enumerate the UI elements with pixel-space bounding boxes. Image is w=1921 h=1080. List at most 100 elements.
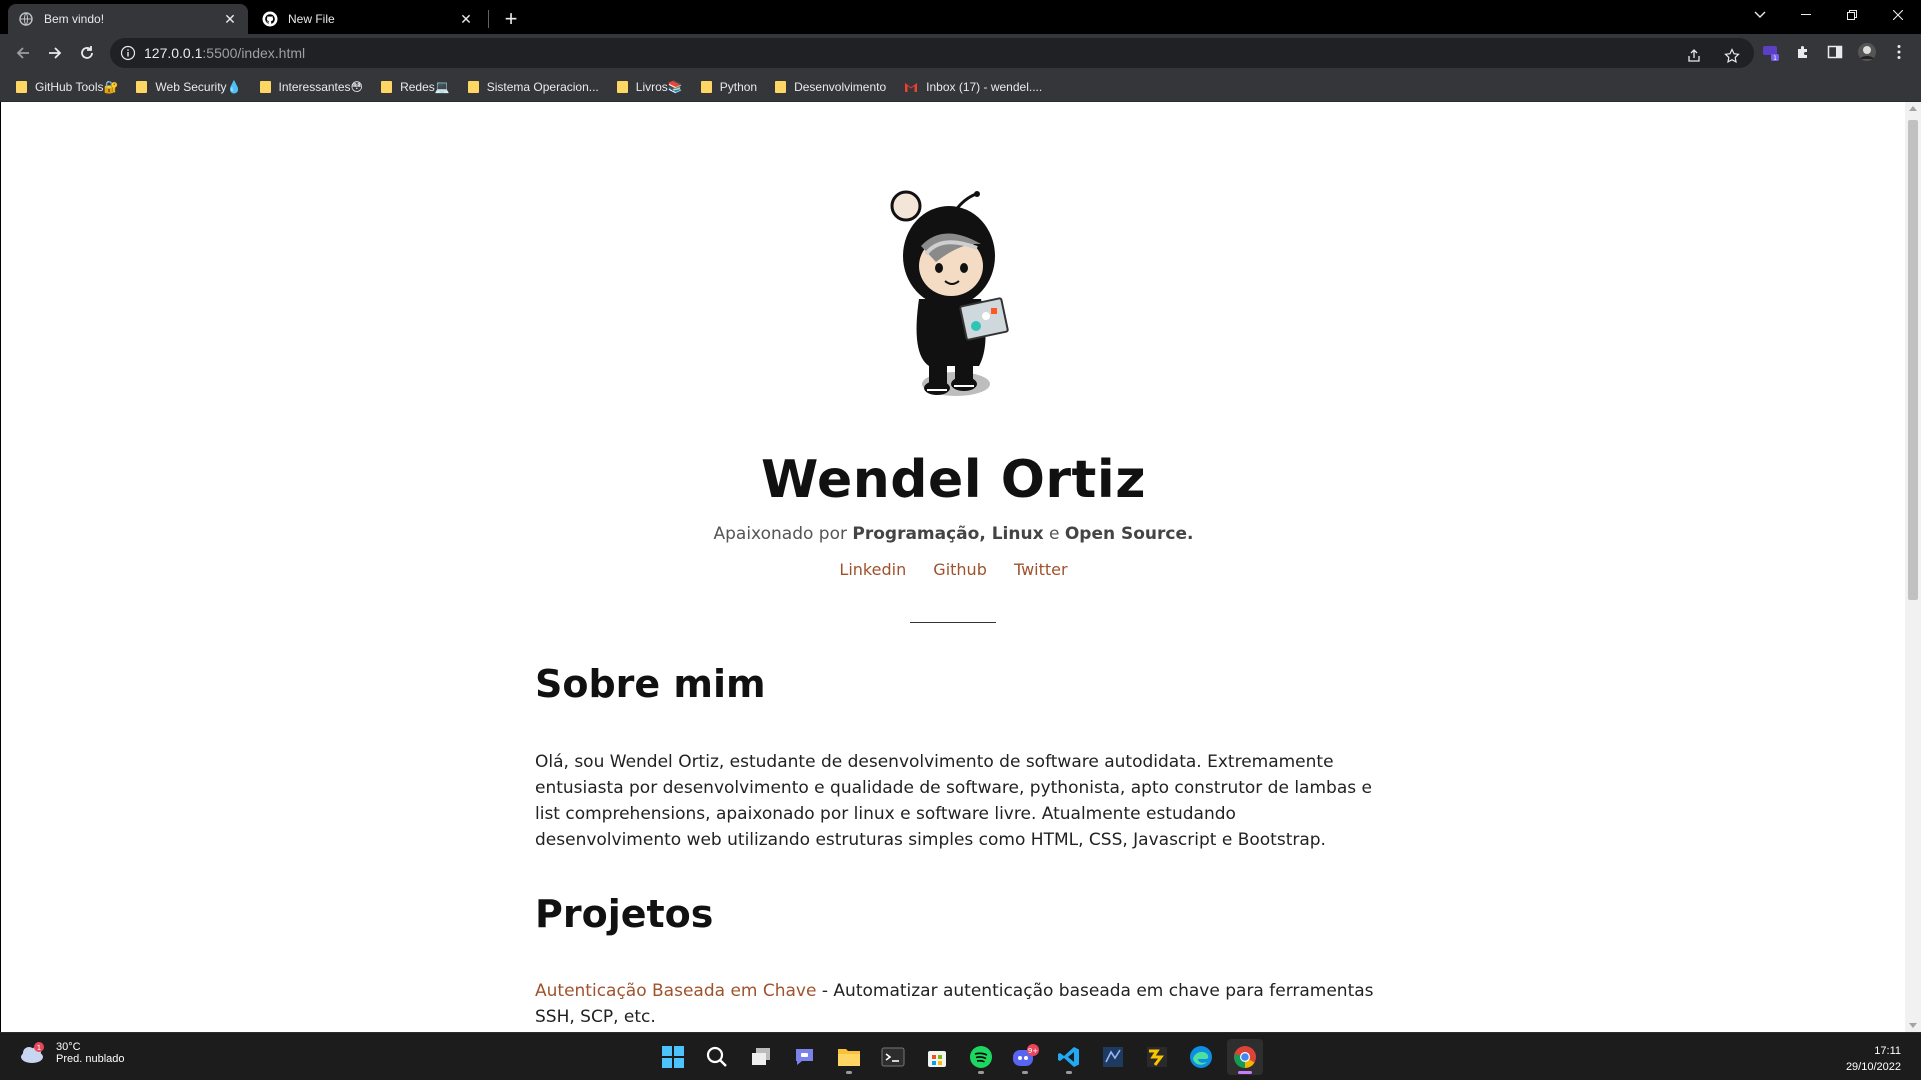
start-button[interactable] xyxy=(655,1039,691,1075)
weather-badge: 1 xyxy=(37,1044,41,1052)
reload-icon[interactable] xyxy=(72,38,102,68)
spotify-icon[interactable] xyxy=(963,1039,999,1075)
scroll-down-icon[interactable] xyxy=(1909,1023,1917,1028)
folder-icon xyxy=(381,80,393,93)
bookmark-label: Web Security💧 xyxy=(155,79,242,94)
tagline-highlight-2: Open Source. xyxy=(1064,524,1194,544)
bookmark-label: Desenvolvimento xyxy=(794,79,887,94)
folder-icon xyxy=(700,80,712,93)
bookmark-folder[interactable]: Web Security💧 xyxy=(136,79,242,94)
profile-avatar-icon[interactable] xyxy=(1855,40,1879,64)
bookmark-label: Python xyxy=(719,79,758,94)
github-icon xyxy=(262,11,278,27)
bookmark-folder[interactable]: Interessantes😳 xyxy=(259,79,364,94)
task-view-icon[interactable] xyxy=(743,1039,779,1075)
terminal-icon[interactable] xyxy=(875,1039,911,1075)
project-link[interactable]: Autenticação Baseada em Chave xyxy=(535,981,816,1001)
bookmark-label: GitHub Tools🔐 xyxy=(35,79,119,94)
bookmark-star-icon[interactable] xyxy=(1720,44,1744,68)
twitter-link[interactable]: Twitter xyxy=(1014,560,1068,579)
site-info-icon[interactable] xyxy=(120,45,136,61)
url-host: 127.0.0.1 xyxy=(144,45,203,61)
weather-desc: Pred. nublado xyxy=(56,1053,125,1065)
share-icon[interactable] xyxy=(1682,44,1706,68)
winscp-icon[interactable] xyxy=(1139,1039,1175,1075)
store-icon[interactable] xyxy=(919,1039,955,1075)
globe-icon xyxy=(18,11,34,27)
close-tab-icon[interactable]: ✕ xyxy=(222,11,238,27)
discord-icon[interactable]: 9+ xyxy=(1007,1039,1043,1075)
address-bar[interactable]: 127.0.0.1:5500/index.html xyxy=(110,38,1754,68)
linkedin-link[interactable]: Linkedin xyxy=(839,560,906,579)
edge-icon[interactable] xyxy=(1183,1039,1219,1075)
tab-strip: Bem vindo! ✕ New File ✕ + xyxy=(0,0,1921,34)
ssms-icon[interactable] xyxy=(1095,1039,1131,1075)
tagline-middle: e xyxy=(1043,524,1065,544)
url-path: :5500/index.html xyxy=(202,45,306,61)
minimize-icon[interactable] xyxy=(1783,0,1829,30)
restore-icon[interactable] xyxy=(1829,0,1875,30)
extension-area: 1 xyxy=(1759,40,1911,64)
back-icon[interactable] xyxy=(8,38,38,68)
tagline-prefix: Apaixonado por xyxy=(713,524,853,544)
file-explorer-icon[interactable] xyxy=(831,1039,867,1075)
tab-search-icon[interactable] xyxy=(1737,0,1783,30)
address-url: 127.0.0.1:5500/index.html xyxy=(144,45,305,61)
gmail-icon xyxy=(904,81,918,93)
window-controls xyxy=(1737,0,1921,30)
divider xyxy=(910,622,996,623)
folder-icon xyxy=(16,80,27,93)
side-panel-icon[interactable] xyxy=(1823,40,1847,64)
page-title: Wendel Ortiz xyxy=(760,450,1146,510)
taskbar-apps: 9+ xyxy=(655,1039,1263,1075)
tab-separator xyxy=(488,10,489,28)
close-window-icon[interactable] xyxy=(1875,0,1921,30)
project-item: Autenticação Baseada em Chave - Automati… xyxy=(535,978,1385,1030)
about-heading: Sobre mim xyxy=(535,662,766,706)
running-indicator xyxy=(1066,1071,1072,1074)
page-scrollbar[interactable] xyxy=(1905,102,1921,1032)
bookmark-label: Livros📚 xyxy=(635,79,683,94)
tab-new-file[interactable]: New File ✕ xyxy=(252,4,484,34)
bookmark-label: Redes💻 xyxy=(400,79,450,94)
projects-heading: Projetos xyxy=(535,892,714,936)
scrollbar-thumb[interactable] xyxy=(1908,120,1918,600)
scroll-up-icon[interactable] xyxy=(1909,106,1917,111)
chrome-icon[interactable] xyxy=(1227,1039,1263,1075)
tagline-highlight-1: Programação, Linux xyxy=(852,524,1044,544)
system-clock[interactable]: 17:11 29/10/2022 xyxy=(1846,1043,1901,1075)
tab-bem-vindo[interactable]: Bem vindo! ✕ xyxy=(8,4,248,34)
forward-icon[interactable] xyxy=(40,38,70,68)
bookmark-folder[interactable]: Redes💻 xyxy=(381,80,450,94)
bookmark-folder[interactable]: Desenvolvimento xyxy=(775,80,886,94)
puzzle-icon[interactable] xyxy=(1791,40,1815,64)
menu-kebab-icon[interactable] xyxy=(1887,40,1911,64)
svg-text:1: 1 xyxy=(1773,55,1777,62)
vscode-icon[interactable] xyxy=(1051,1039,1087,1075)
running-indicator xyxy=(978,1071,984,1074)
folder-icon xyxy=(775,80,787,93)
bookmark-gmail[interactable]: Inbox (17) - wendel.... xyxy=(904,80,1042,94)
bookmarks-bar: GitHub Tools🔐 Web Security💧 Interessante… xyxy=(0,72,1921,102)
weather-temp: 30°C xyxy=(56,1041,81,1053)
github-link[interactable]: Github xyxy=(933,560,987,579)
tagline: Apaixonado por Programação, Linux e Open… xyxy=(1,524,1906,544)
cloud-icon: 1 xyxy=(18,1042,48,1064)
close-tab-icon[interactable]: ✕ xyxy=(458,11,474,27)
bookmark-folder[interactable]: GitHub Tools🔐 xyxy=(16,80,118,94)
extension-badge-icon[interactable]: 1 xyxy=(1759,40,1783,64)
bookmark-label: Sistema Operacion... xyxy=(486,79,599,94)
tab-title: New File xyxy=(288,12,335,26)
bookmark-folder[interactable]: Python xyxy=(700,79,758,94)
new-tab-button[interactable]: + xyxy=(498,6,524,32)
bookmark-folder[interactable]: Sistema Operacion... xyxy=(467,79,599,94)
avatar-illustration xyxy=(881,184,1031,404)
browser-toolbar: 127.0.0.1:5500/index.html 1 xyxy=(0,34,1921,72)
teams-chat-icon[interactable] xyxy=(787,1039,823,1075)
clock-date: 29/10/2022 xyxy=(1845,1061,1901,1073)
search-icon[interactable] xyxy=(699,1039,735,1075)
running-indicator xyxy=(1022,1071,1028,1074)
weather-widget[interactable]: 1 30°C Pred. nublado xyxy=(18,1041,125,1065)
bookmark-label: Interessantes😳 xyxy=(278,79,364,94)
bookmark-folder[interactable]: Livros📚 xyxy=(616,79,683,94)
